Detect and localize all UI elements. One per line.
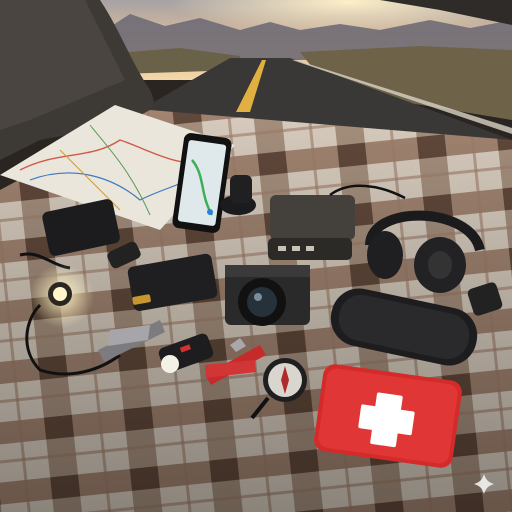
camera	[225, 265, 310, 326]
road-trip-essentials-scene	[0, 0, 512, 512]
